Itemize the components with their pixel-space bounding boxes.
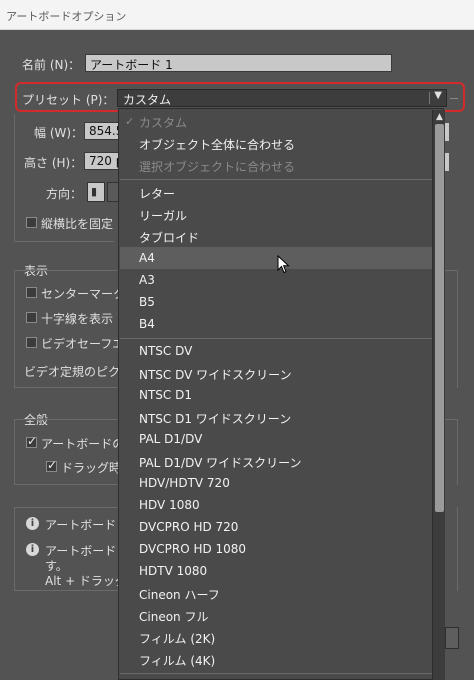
preset-option[interactable]: B5	[139, 295, 155, 309]
artboard-move-checkbox[interactable]	[26, 434, 37, 448]
preset-option[interactable]: B4	[139, 317, 155, 331]
preset-link-line	[450, 98, 458, 99]
portrait-icon: ▮	[91, 185, 98, 198]
preset-divider	[429, 92, 430, 104]
preset-option[interactable]: DVCPRO HD 1080	[139, 542, 246, 556]
preset-option[interactable]: カスタム	[139, 114, 187, 131]
info-text-1: アートボード	[45, 518, 117, 532]
video-ruler-label: ビデオ定規のピク	[24, 365, 121, 379]
info-icon: i	[26, 517, 39, 530]
portrait-button[interactable]: ▮	[87, 182, 105, 202]
preset-option[interactable]: PAL D1/DV ワイドスクリーン	[139, 454, 302, 471]
scroll-thumb[interactable]	[435, 124, 444, 512]
preset-option[interactable]: オブジェクト全体に合わせる	[139, 136, 295, 153]
preset-option[interactable]: Cineon フル	[139, 608, 208, 625]
video-safe-checkbox[interactable]	[26, 337, 37, 348]
preset-select[interactable]: カスタム ▼	[117, 89, 447, 107]
preset-label: プリセット (P)：	[22, 93, 115, 107]
width-input[interactable]: 854.5	[84, 122, 120, 140]
mouse-cursor-icon	[277, 255, 290, 274]
constrain-checkbox[interactable]	[26, 217, 37, 228]
preset-option[interactable]: Cineon ハーフ	[139, 586, 220, 603]
info-icon: i	[26, 543, 39, 556]
height-input[interactable]: 720 p	[84, 152, 120, 170]
artboard-move-label: アートボードの	[41, 437, 125, 451]
preset-option[interactable]: A3	[139, 273, 155, 287]
preset-option-highlighted[interactable]: A4	[139, 251, 155, 265]
window-title: アートボードオプション	[6, 10, 127, 23]
preset-option[interactable]: NTSC D1	[139, 388, 192, 402]
video-safe-label: ビデオセーフエ	[41, 337, 125, 351]
menu-separator	[120, 179, 432, 180]
preset-option[interactable]: 選択オブジェクトに合わせる	[139, 158, 295, 175]
chevron-down-icon[interactable]: ▼	[434, 90, 442, 101]
preset-option[interactable]: PAL D1/DV	[139, 432, 202, 446]
highlighted-row	[120, 247, 432, 269]
preset-option[interactable]: HDV/HDTV 720	[139, 476, 230, 490]
preset-option[interactable]: NTSC D1 ワイドスクリーン	[139, 410, 291, 427]
right-edge-control	[445, 153, 449, 171]
name-label: 名前 (N)：	[22, 58, 81, 72]
preset-dropdown-list[interactable]: ✓ カスタム オブジェクト全体に合わせる 選択オブジェクトに合わせる レター リ…	[118, 108, 444, 680]
right-edge-control	[445, 123, 449, 141]
menu-separator	[120, 673, 432, 674]
right-group-border	[457, 270, 458, 388]
width-label: 幅 (W)：	[34, 126, 84, 140]
info-text-4: Alt + ドラッグ	[45, 574, 127, 588]
constrain-label: 縦横比を固定	[41, 217, 114, 231]
center-mark-checkbox[interactable]	[26, 287, 37, 298]
name-input[interactable]: アートボード 1	[85, 54, 392, 72]
preset-option[interactable]: タブロイド	[139, 229, 199, 246]
right-group-border	[457, 419, 458, 485]
preset-option[interactable]: フィルム (2K)	[139, 630, 215, 647]
orientation-label: 方向：	[46, 187, 83, 201]
dialog-button-edge[interactable]	[445, 627, 459, 649]
preset-option[interactable]: リーガル	[139, 207, 187, 224]
preset-option[interactable]: HDV 1080	[139, 498, 200, 512]
right-group-border	[457, 507, 458, 591]
height-label: 高さ (H)：	[24, 156, 83, 170]
menu-separator	[120, 338, 432, 339]
crosshair-checkbox[interactable]	[26, 312, 37, 323]
check-icon: ✓	[125, 115, 135, 128]
preset-option[interactable]: フィルム (4K)	[139, 652, 215, 669]
center-mark-label: センターマーク	[41, 287, 126, 301]
title-bar: アートボードオプション	[0, 0, 474, 30]
preset-option[interactable]: DVCPRO HD 720	[139, 520, 238, 534]
preset-option[interactable]: HDTV 1080	[139, 564, 207, 578]
crosshair-label: 十字線を表示	[41, 312, 114, 326]
drag-checkbox[interactable]	[46, 458, 57, 472]
dropdown-scrollbar[interactable]: ▲	[432, 110, 445, 680]
preset-option[interactable]: NTSC DV ワイドスクリーン	[139, 366, 292, 383]
preset-option[interactable]: レター	[139, 185, 175, 202]
preset-option[interactable]: NTSC DV	[139, 344, 192, 358]
preset-value: カスタム	[123, 93, 172, 107]
scroll-up-icon[interactable]: ▲	[436, 112, 443, 122]
drag-label: ドラッグ時	[61, 461, 122, 475]
